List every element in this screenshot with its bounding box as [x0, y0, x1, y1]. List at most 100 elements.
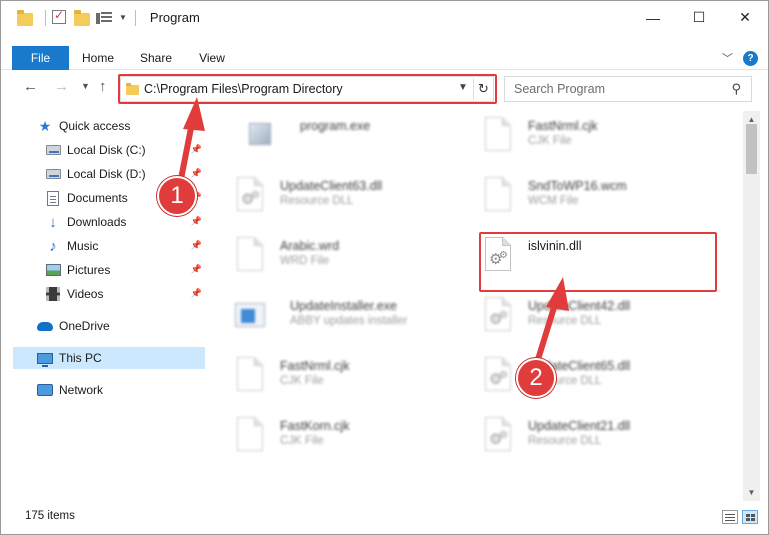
file-tile[interactable]: ⚙ ⚙ UpdateClient21.dll Resource DLL: [456, 413, 686, 469]
file-name: islvinin.dll: [528, 239, 582, 253]
file-explorer-window: ▼ Program — ☐ ✕ File Home Share View ﹀ ?…: [0, 0, 769, 535]
step-1-callout: 1: [157, 176, 197, 216]
ribbon-right-controls: ﹀ ?: [722, 50, 758, 66]
folder-icon: [17, 9, 33, 26]
disk-icon: [45, 142, 61, 158]
close-button[interactable]: ✕: [722, 1, 768, 34]
properties-check-icon[interactable]: [52, 8, 68, 26]
quick-access-toolbar: ▼ Program: [1, 1, 200, 34]
dll-icon: ⚙ ⚙: [233, 177, 267, 221]
details-view-icon[interactable]: [722, 510, 738, 524]
file-tile[interactable]: SndToWP16.wcm WCM File: [456, 173, 686, 229]
ribbon-tabs: File Home Share View ﹀ ?: [1, 46, 768, 70]
help-icon[interactable]: ?: [743, 50, 758, 66]
sidebar-item-quick-access[interactable]: ★ Quick access: [13, 115, 205, 137]
file-tile[interactable]: Arabic.wrd WRD File: [208, 233, 438, 289]
maximize-button[interactable]: ☐: [676, 1, 722, 34]
file-tile[interactable]: UpdateInstaller.exe ABBY updates install…: [208, 293, 438, 349]
sidebar-item-videos[interactable]: Videos 📌: [13, 283, 205, 305]
file-icon: [233, 417, 267, 461]
tab-file[interactable]: File: [12, 46, 69, 70]
pin-icon[interactable]: 📌: [191, 168, 202, 179]
navigation-pane: ★ Quick access Local Disk (C:) 📌 Local D…: [13, 111, 207, 501]
sidebar-item-onedrive[interactable]: OneDrive: [13, 315, 205, 337]
onedrive-cloud-icon: [37, 318, 53, 334]
sidebar-item-music[interactable]: ♪ Music 📌: [13, 235, 205, 257]
file-name: UpdateInstaller.exe: [290, 299, 398, 313]
file-tile[interactable]: FastKorn.cjk CJK File: [208, 413, 438, 469]
file-type: WRD File: [280, 255, 330, 267]
tab-share[interactable]: Share: [131, 46, 181, 70]
pin-icon[interactable]: 📌: [191, 264, 202, 275]
refresh-icon[interactable]: ↻: [473, 78, 493, 100]
up-arrow-icon[interactable]: ↑: [99, 78, 107, 95]
search-box[interactable]: ⚲: [504, 76, 752, 102]
file-name: FastKorn.cjk: [280, 419, 350, 433]
pin-icon[interactable]: 📌: [191, 240, 202, 251]
recent-locations-dropdown-icon[interactable]: ▼: [81, 81, 90, 91]
file-icon: [233, 237, 267, 281]
videos-icon: [45, 286, 61, 302]
window-controls: — ☐ ✕: [630, 1, 768, 34]
customize-toolbar-dropdown-icon[interactable]: ▼: [119, 13, 127, 22]
disk-icon: [45, 166, 61, 182]
sidebar-item-label: Local Disk (C:): [67, 143, 146, 157]
file-icon: [481, 177, 515, 221]
address-path[interactable]: C:\Program Files\Program Directory: [144, 82, 343, 96]
minimize-button[interactable]: —: [630, 1, 676, 34]
computer-icon: [37, 350, 53, 367]
file-tile-target-dll[interactable]: ⚙ ⚙ islvinin.dll: [456, 233, 686, 289]
forward-arrow-icon[interactable]: →: [54, 78, 69, 95]
file-tile[interactable]: program.exe: [218, 113, 448, 169]
new-folder-icon[interactable]: [74, 9, 90, 26]
file-tile[interactable]: ⚙ ⚙ UpdateClient65.dll Resource DLL: [456, 353, 686, 409]
music-icon: ♪: [49, 237, 57, 255]
file-type: Resource DLL: [280, 195, 354, 207]
expand-ribbon-icon[interactable]: ﹀: [722, 50, 733, 66]
item-count: 175 items: [25, 510, 75, 522]
file-type: CJK File: [528, 135, 572, 147]
star-icon: ★: [38, 117, 52, 134]
sidebar-item-label: Pictures: [67, 263, 111, 277]
sidebar-item-label: Downloads: [67, 215, 127, 229]
sidebar-item-pictures[interactable]: Pictures 📌: [13, 259, 205, 281]
file-type: CJK File: [280, 435, 324, 447]
status-bar: 175 items: [1, 506, 768, 528]
vertical-scrollbar[interactable]: ▲ ▼: [743, 111, 760, 501]
file-tile[interactable]: FastNrml.cjk CJK File: [456, 113, 686, 169]
sidebar-item-label: Quick access: [59, 119, 131, 133]
search-icon[interactable]: ⚲: [731, 81, 741, 97]
navigation-bar: ← → ▼ ↑ C:\Program Files\Program Directo…: [1, 76, 768, 102]
file-type: Resource DLL: [528, 435, 602, 447]
search-input[interactable]: [514, 81, 719, 97]
scrollbar-thumb[interactable]: [746, 124, 757, 174]
file-icon: [233, 357, 267, 401]
address-bar[interactable]: C:\Program Files\Program Directory ▼ ↻: [120, 76, 494, 102]
file-tile[interactable]: ⚙ ⚙ UpdateClient63.dll Resource DLL: [208, 173, 438, 229]
sidebar-item-local-disk-c[interactable]: Local Disk (C:) 📌: [13, 139, 205, 161]
back-arrow-icon[interactable]: ←: [23, 78, 38, 95]
sidebar-item-network[interactable]: Network: [13, 379, 205, 401]
address-dropdown-icon[interactable]: ▼: [458, 82, 468, 93]
pin-icon[interactable]: 📌: [191, 288, 202, 299]
large-icons-view-icon[interactable]: [742, 510, 758, 524]
tab-home[interactable]: Home: [73, 46, 123, 70]
file-list: program.exe ⚙ ⚙ UpdateClient63.dll Resour…: [208, 111, 743, 501]
network-icon: [37, 382, 53, 398]
sidebar-item-this-pc[interactable]: This PC: [13, 347, 205, 369]
file-name: SndToWP16.wcm: [528, 179, 627, 193]
scroll-down-arrow-icon[interactable]: ▼: [743, 484, 760, 501]
sidebar-item-label: Videos: [67, 287, 104, 301]
tab-view[interactable]: View: [187, 46, 237, 70]
pictures-icon: [45, 262, 61, 278]
file-name: UpdateClient42.dll: [528, 299, 631, 313]
sidebar-item-label: Music: [67, 239, 99, 253]
dll-icon: ⚙ ⚙: [481, 417, 515, 461]
step-2-callout: 2: [516, 358, 556, 398]
properties-icon[interactable]: [96, 10, 112, 26]
file-tile[interactable]: FastNrml.cjk CJK File: [208, 353, 438, 409]
pin-icon[interactable]: 📌: [191, 144, 202, 155]
documents-icon: [45, 190, 61, 206]
file-tile[interactable]: ⚙ ⚙ UpdateClient42.dll Resource DLL: [456, 293, 686, 349]
pin-icon[interactable]: 📌: [191, 216, 202, 227]
